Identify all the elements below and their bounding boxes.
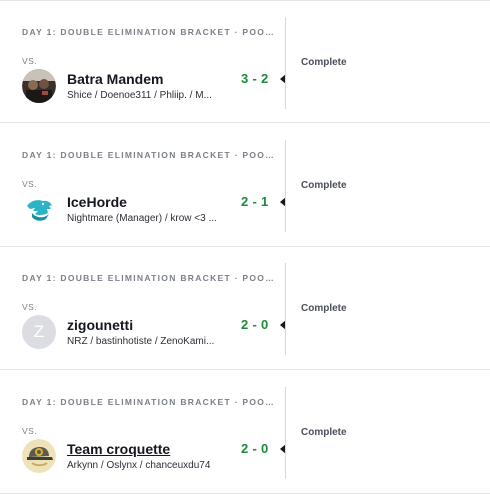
- match-card[interactable]: Day 1: Double Elimination Bracket · Pool…: [0, 371, 490, 494]
- team-roster: Shice / Doenoe311 / Phliip. / M...: [67, 90, 212, 101]
- match-card[interactable]: Day 1: Double Elimination Bracket · Pool…: [0, 247, 490, 370]
- team-roster: Nightmare (Manager) / krow <3 ...: [67, 213, 217, 224]
- team-name[interactable]: Batra Mandem: [67, 71, 163, 87]
- match-card[interactable]: Day 1: Double Elimination Bracket · Pool…: [0, 0, 490, 123]
- ice-horde-logo-icon[interactable]: [22, 192, 56, 226]
- match-card[interactable]: Day 1: Double Elimination Bracket · Pool…: [0, 124, 490, 247]
- match-status: Complete: [301, 427, 347, 438]
- match-score: 2 - 0: [241, 317, 269, 332]
- match-status: Complete: [301, 303, 347, 314]
- match-status: Complete: [301, 180, 347, 191]
- divider: [285, 140, 286, 232]
- team-roster: Arkynn / Oslynx / chanceuxdu74: [67, 460, 211, 471]
- cap-avatar-icon[interactable]: [22, 439, 56, 473]
- match-phase-label: Day 1: Double Elimination Bracket · Pool…: [22, 273, 280, 283]
- team-name[interactable]: IceHorde: [67, 194, 127, 210]
- match-list: Day 1: Double Elimination Bracket · Pool…: [0, 0, 490, 494]
- team-name[interactable]: zigounetti: [67, 317, 133, 333]
- divider: [285, 17, 286, 109]
- divider: [285, 387, 286, 479]
- match-phase-label: Day 1: Double Elimination Bracket · Pool…: [22, 150, 280, 160]
- team-roster: NRZ / bastinhotiste / ZenoKami...: [67, 336, 215, 347]
- match-score: 2 - 0: [241, 441, 269, 456]
- match-phase-label: Day 1: Double Elimination Bracket · Pool…: [22, 27, 280, 37]
- team-name-link[interactable]: Team croquette: [67, 441, 170, 457]
- divider: [285, 263, 286, 355]
- match-phase-label: Day 1: Double Elimination Bracket · Pool…: [22, 397, 280, 407]
- vs-label: VS.: [22, 56, 38, 66]
- vs-label: VS.: [22, 179, 38, 189]
- match-status: Complete: [301, 57, 347, 68]
- letter-z-avatar-icon[interactable]: Z: [22, 315, 56, 349]
- team-photo-icon[interactable]: [22, 69, 56, 103]
- vs-label: VS.: [22, 302, 38, 312]
- match-score: 3 - 2: [241, 71, 269, 86]
- match-score: 2 - 1: [241, 194, 269, 209]
- vs-label: VS.: [22, 426, 38, 436]
- avatar-letter: Z: [33, 322, 45, 341]
